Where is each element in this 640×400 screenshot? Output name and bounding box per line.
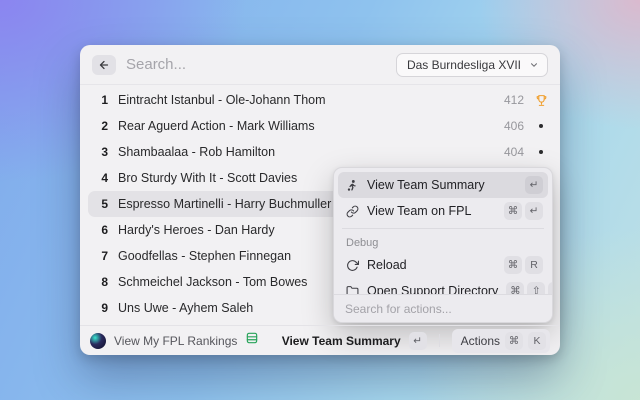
rank-number: 4: [94, 171, 108, 185]
key-s: S: [548, 282, 552, 294]
trophy-icon: [534, 94, 548, 107]
link-icon: [345, 204, 359, 218]
rank-number: 7: [94, 249, 108, 263]
rank-number: 9: [94, 301, 108, 315]
fpl-app-icon: [90, 333, 106, 349]
bullet-dot-icon: [534, 150, 548, 154]
menu-item-label: Open Support Directory: [367, 284, 498, 294]
rank-number: 3: [94, 145, 108, 159]
key-cmd: ⌘: [504, 256, 522, 274]
menu-section-label: Debug: [338, 233, 548, 252]
header: Das Burndesliga XVII: [80, 45, 560, 85]
footer-source-label: View My FPL Rankings: [114, 334, 237, 348]
menu-divider: [342, 228, 544, 229]
team-name: Goodfellas - Stephen Finnegan: [118, 249, 291, 263]
rank-number: 5: [94, 197, 108, 211]
primary-action-label[interactable]: View Team Summary: [282, 334, 401, 348]
arrow-left-icon: [98, 59, 110, 71]
menu-item-reload[interactable]: Reload ⌘ R: [338, 252, 548, 278]
shortcut-keys: ⌘ ↵: [504, 202, 543, 220]
team-name: Uns Uwe - Ayhem Saleh: [118, 301, 253, 315]
search-input[interactable]: [126, 56, 386, 73]
menu-item-label: View Team Summary: [367, 178, 485, 192]
rank-number: 1: [94, 93, 108, 107]
league-dropdown-value: Das Burndesliga XVII: [407, 58, 521, 72]
chevron-down-icon: [529, 60, 539, 70]
key-return: ↵: [525, 176, 543, 194]
menu-item-view-team-on-fpl[interactable]: View Team on FPL ⌘ ↵: [338, 198, 548, 224]
actions-menu-items: View Team Summary ↵ View Team on FPL ⌘ ↵…: [334, 168, 552, 294]
menu-item-label: Reload: [367, 258, 407, 272]
team-name: Bro Sturdy With It - Scott Davies: [118, 171, 297, 185]
key-r: R: [525, 256, 543, 274]
actions-button-label: Actions: [461, 334, 500, 348]
player-icon: [345, 178, 359, 192]
team-name: Eintracht Istanbul - Ole-Johann Thom: [118, 93, 326, 107]
score-value: 406: [504, 119, 524, 133]
rank-number: 6: [94, 223, 108, 237]
key-k: K: [528, 332, 546, 350]
folder-icon: [345, 284, 359, 294]
shortcut-keys: ↵: [525, 176, 543, 194]
actions-button[interactable]: Actions ⌘ K: [452, 329, 550, 353]
key-cmd: ⌘: [506, 282, 524, 294]
actions-search-input[interactable]: [345, 302, 541, 316]
footer-divider: [439, 334, 440, 347]
list-item[interactable]: 1 Eintracht Istanbul - Ole-Johann Thom 4…: [88, 87, 552, 113]
key-cmd: ⌘: [505, 332, 523, 350]
rankings-card-icon: [245, 331, 259, 350]
team-name: Shambaalaa - Rob Hamilton: [118, 145, 275, 159]
team-name: Schmeichel Jackson - Tom Bowes: [118, 275, 307, 289]
key-cmd: ⌘: [504, 202, 522, 220]
menu-item-label: View Team on FPL: [367, 204, 471, 218]
team-name: Rear Aguerd Action - Mark Williams: [118, 119, 315, 133]
bullet-dot-icon: [534, 124, 548, 128]
team-name: Espresso Martinelli - Harry Buchmuller: [118, 197, 331, 211]
reload-icon: [345, 258, 359, 272]
raycast-window: Das Burndesliga XVII 1 Eintracht Istanbu…: [80, 45, 560, 355]
score-value: 412: [504, 93, 524, 107]
list-item[interactable]: 2 Rear Aguerd Action - Mark Williams 406: [88, 113, 552, 139]
score-value: 404: [504, 145, 524, 159]
actions-search: [334, 294, 552, 322]
rank-number: 8: [94, 275, 108, 289]
menu-item-view-team-summary[interactable]: View Team Summary ↵: [338, 172, 548, 198]
team-name: Hardy's Heroes - Dan Hardy: [118, 223, 275, 237]
league-dropdown[interactable]: Das Burndesliga XVII: [396, 53, 548, 77]
shortcut-keys: ⌘ ⇧ S: [506, 282, 552, 294]
rank-number: 2: [94, 119, 108, 133]
actions-menu: View Team Summary ↵ View Team on FPL ⌘ ↵…: [333, 167, 553, 323]
key-shift: ⇧: [527, 282, 545, 294]
back-button[interactable]: [92, 55, 116, 75]
list-item[interactable]: 3 Shambaalaa - Rob Hamilton 404: [88, 139, 552, 165]
key-return: ↵: [409, 332, 427, 350]
key-return: ↵: [525, 202, 543, 220]
menu-item-open-support-directory[interactable]: Open Support Directory ⌘ ⇧ S: [338, 278, 548, 294]
shortcut-keys: ⌘ R: [504, 256, 543, 274]
footer-bar: View My FPL Rankings View Team Summary ↵…: [80, 325, 560, 355]
